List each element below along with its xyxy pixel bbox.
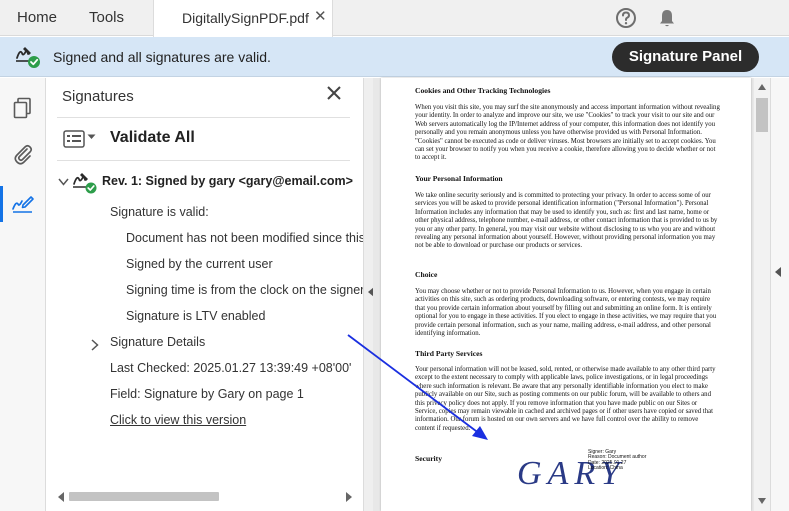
validate-all-button[interactable]: Validate All — [110, 129, 195, 147]
tab-document-title: DigitallySignPDF.pdf — [182, 10, 309, 26]
options-list-icon[interactable] — [63, 130, 85, 148]
horizontal-scrollbar[interactable] — [57, 490, 355, 504]
divider — [57, 117, 350, 118]
scroll-down-icon[interactable] — [758, 498, 766, 504]
validity-check-item: Signature is LTV enabled — [126, 309, 266, 323]
section-body: We take online security seriously and is… — [415, 192, 718, 250]
view-version-link[interactable]: Click to view this version — [110, 413, 246, 427]
tab-document[interactable]: DigitallySignPDF.pdf ✕ — [153, 0, 333, 37]
signature-meta: Signer: Gary Reason: Document author Dat… — [588, 449, 646, 472]
revision-label[interactable]: Rev. 1: Signed by gary <gary@email.com> — [102, 174, 353, 188]
validity-check-item: Signing time is from the clock on the si… — [126, 283, 365, 297]
tab-tools[interactable]: Tools — [89, 9, 124, 26]
section-heading: Cookies and Other Tracking Technologies — [415, 86, 551, 95]
signature-status-text: Signed and all signatures are valid. — [53, 49, 271, 65]
section-body: When you visit this site, you may surf t… — [415, 104, 720, 162]
tab-home[interactable]: Home — [17, 9, 57, 26]
section-heading: Choice — [415, 270, 438, 279]
tab-close-icon[interactable]: ✕ — [314, 9, 327, 24]
section-heading: Your Personal Information — [415, 174, 503, 183]
vertical-scrollbar[interactable] — [754, 78, 770, 511]
section-heading: Security — [415, 454, 442, 463]
validity-check-item: Signed by the current user — [126, 257, 273, 271]
rail-active-indicator — [0, 186, 3, 222]
paperclip-icon[interactable] — [11, 142, 35, 166]
chevron-down-icon[interactable] — [87, 134, 96, 140]
chevron-right-icon[interactable] — [91, 339, 99, 351]
signature-panel-button[interactable]: Signature Panel — [612, 42, 759, 72]
annotation-arrow — [347, 334, 488, 440]
panel-title: Signatures — [62, 88, 134, 105]
signature-details-item[interactable]: Signature Details — [110, 335, 205, 349]
right-panel-rail — [770, 78, 789, 511]
signature-validity-heading[interactable]: Signature is valid: — [110, 205, 209, 219]
tab-bar: Home Tools DigitallySignPDF.pdf ✕ — [0, 0, 789, 37]
expand-right-panel-icon[interactable] — [775, 267, 782, 277]
signatures-panel: Signatures Validate All Rev. 1: Signed b… — [47, 78, 366, 511]
divider — [57, 160, 350, 161]
scroll-up-icon[interactable] — [758, 84, 766, 90]
chevron-down-icon[interactable] — [58, 178, 69, 186]
bell-icon[interactable] — [656, 7, 678, 29]
field-item: Field: Signature by Gary on page 1 — [110, 387, 304, 401]
scroll-right-icon[interactable] — [345, 492, 353, 502]
scroll-left-icon[interactable] — [57, 492, 65, 502]
scrollbar-thumb[interactable] — [69, 492, 219, 501]
signature-check-icon — [73, 173, 97, 194]
signature-meta-line: Location: China — [588, 465, 623, 472]
pages-icon[interactable] — [11, 96, 35, 120]
scrollbar-thumb[interactable] — [756, 98, 768, 132]
signature-check-icon — [16, 47, 40, 68]
signature-status-bar: Signed and all signatures are valid. Sig… — [0, 37, 789, 77]
close-icon[interactable] — [325, 84, 343, 102]
signature-pen-icon[interactable] — [11, 192, 35, 216]
left-tool-rail — [0, 78, 46, 511]
last-checked-item: Last Checked: 2025.01.27 13:39:49 +08'00… — [110, 361, 352, 375]
validity-check-item: Document has not been modified since thi… — [126, 231, 366, 245]
help-circle-icon[interactable] — [615, 7, 637, 29]
